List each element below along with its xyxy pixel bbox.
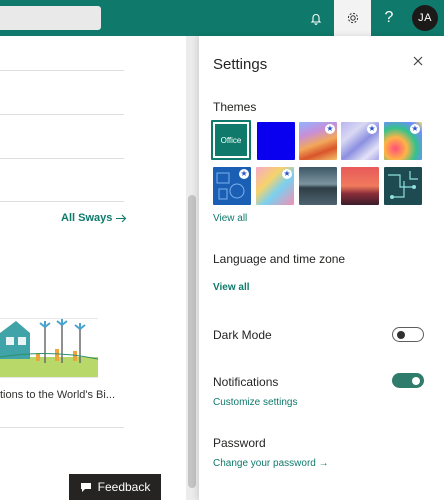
password-label: Password — [213, 436, 266, 450]
themes-label: Themes — [213, 100, 257, 114]
theme-circuit[interactable] — [384, 167, 422, 205]
divider — [0, 158, 124, 159]
theme-mountains[interactable] — [299, 167, 337, 205]
settings-button[interactable] — [334, 0, 371, 36]
all-sways-label: All Sways — [61, 212, 113, 224]
circuit-pattern — [388, 171, 418, 199]
star-icon: ★ — [367, 124, 377, 134]
theme-lavender[interactable]: ★ — [341, 122, 379, 160]
scrollbar-thumb[interactable] — [188, 195, 196, 488]
feedback-button[interactable]: Feedback — [69, 474, 161, 500]
office-theme-label: Office — [215, 124, 247, 156]
divider — [0, 114, 124, 115]
sway-card-thumbnail[interactable] — [0, 318, 98, 378]
comment-icon — [80, 482, 91, 492]
top-bar: ? JA — [0, 0, 444, 36]
star-icon: ★ — [410, 124, 420, 134]
gear-icon — [347, 12, 358, 24]
star-icon: ★ — [282, 169, 292, 179]
close-icon — [413, 56, 423, 66]
customize-settings-link[interactable]: Customize settings — [213, 397, 297, 408]
divider — [0, 427, 124, 428]
settings-title: Settings — [213, 56, 268, 73]
search-box[interactable] — [0, 6, 101, 30]
notifications-toggle[interactable] — [392, 373, 424, 388]
star-icon: ★ — [325, 124, 335, 134]
main-content: All Sways tions to the World's Bi... — [0, 36, 186, 500]
language-label: Language and time zone — [213, 252, 346, 266]
settings-panel: Settings Themes Office ★ ★ ★ ★ ★ View al… — [199, 36, 444, 500]
feedback-label: Feedback — [97, 480, 151, 494]
bell-icon — [310, 13, 322, 25]
avatar-initials: JA — [418, 12, 432, 24]
avatar[interactable]: JA — [412, 5, 438, 31]
theme-blue[interactable] — [257, 122, 295, 160]
dark-mode-toggle[interactable] — [392, 327, 424, 342]
theme-pastel[interactable]: ★ — [256, 167, 294, 205]
view-all-themes-link[interactable]: View all — [213, 213, 247, 224]
theme-blueprint[interactable]: ★ — [213, 167, 251, 205]
theme-office[interactable]: Office — [211, 120, 251, 160]
theme-palms[interactable] — [341, 167, 379, 205]
dark-mode-label: Dark Mode — [213, 328, 272, 342]
notifications-button[interactable] — [298, 0, 334, 36]
divider — [0, 201, 124, 202]
all-sways-link[interactable]: All Sways — [61, 212, 127, 224]
card-illustration — [0, 319, 98, 377]
help-button[interactable]: ? — [371, 0, 407, 36]
view-all-language-link[interactable]: View all — [213, 282, 250, 293]
divider — [0, 70, 124, 71]
theme-floral[interactable]: ★ — [384, 122, 422, 160]
theme-sunset[interactable]: ★ — [299, 122, 337, 160]
toggle-knob — [412, 376, 420, 385]
close-button[interactable] — [409, 52, 427, 70]
star-icon: ★ — [239, 169, 249, 179]
sway-card-title[interactable]: tions to the World's Bi... — [0, 389, 115, 401]
toggle-knob — [397, 331, 405, 339]
notifications-label: Notifications — [213, 375, 279, 389]
change-password-link[interactable]: Change your password → — [213, 458, 329, 469]
help-icon: ? — [384, 9, 394, 26]
arrow-right-icon — [116, 214, 127, 222]
